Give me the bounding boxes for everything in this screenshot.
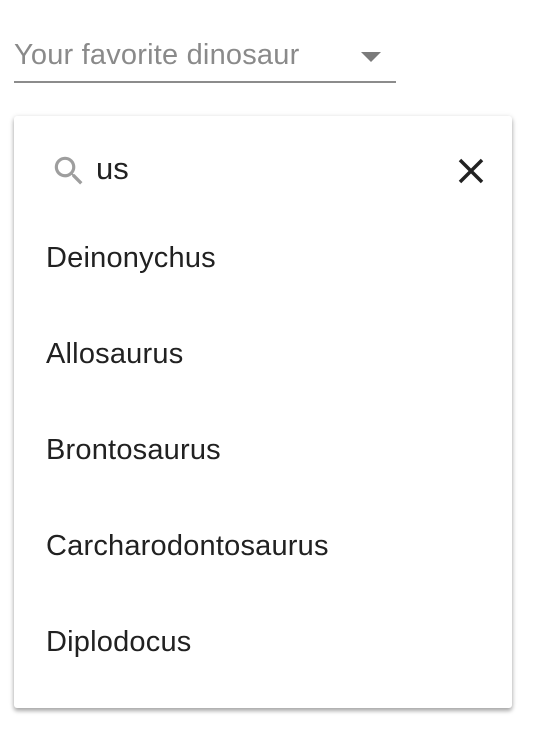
- option-label: Diplodocus: [46, 626, 192, 658]
- option-item[interactable]: Deinonychus: [14, 212, 512, 308]
- dinosaur-select[interactable]: Your favorite dinosaur: [14, 26, 396, 83]
- option-label: Carcharodontosaurus: [46, 530, 329, 562]
- option-item[interactable]: Brontosaurus: [14, 404, 512, 500]
- dropdown-panel: Deinonychus Allosaurus Brontosaurus Carc…: [14, 116, 512, 708]
- option-label: Allosaurus: [46, 338, 184, 370]
- option-label: Deinonychus: [46, 242, 216, 274]
- search-row: [14, 116, 512, 220]
- options-list: Deinonychus Allosaurus Brontosaurus Carc…: [14, 212, 512, 692]
- select-underline: [14, 81, 396, 83]
- option-label: Brontosaurus: [46, 434, 221, 466]
- option-item[interactable]: Allosaurus: [14, 308, 512, 404]
- close-icon[interactable]: [450, 150, 492, 192]
- option-item[interactable]: Carcharodontosaurus: [14, 500, 512, 596]
- search-icon: [54, 156, 83, 185]
- search-input[interactable]: [96, 146, 416, 192]
- option-item[interactable]: Diplodocus: [14, 596, 512, 692]
- dropdown-arrow-icon[interactable]: [361, 52, 381, 62]
- select-placeholder: Your favorite dinosaur: [14, 39, 300, 71]
